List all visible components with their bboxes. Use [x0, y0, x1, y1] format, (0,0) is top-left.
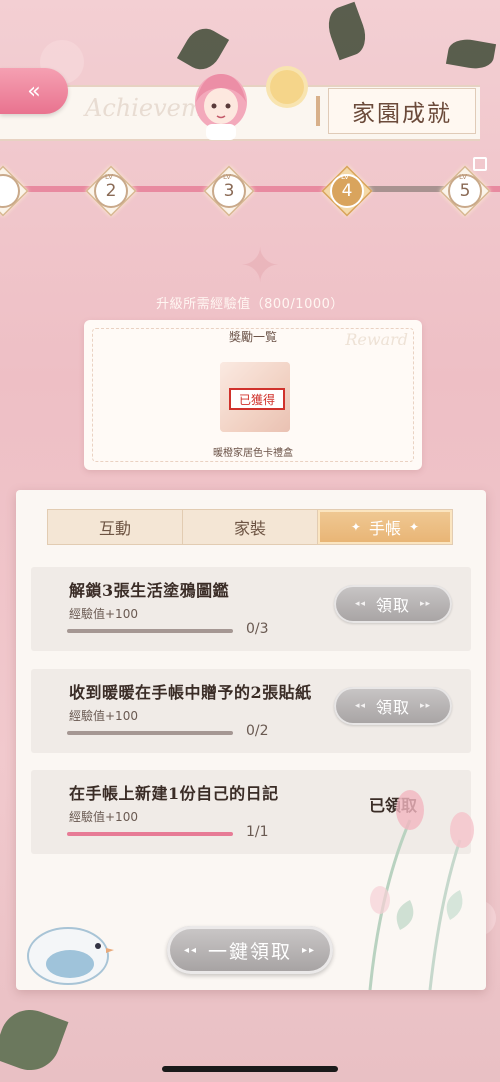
- tab-decoration[interactable]: 家裝: [183, 510, 318, 544]
- claim-button[interactable]: ◂◂ 領取 ▸▸: [334, 585, 452, 623]
- header-accent-bar: [316, 96, 320, 126]
- task-progress-bar: [67, 832, 233, 836]
- level-node-5[interactable]: 5 LV: [439, 165, 491, 217]
- bird-decoration: [27, 927, 114, 985]
- background-leaf: [0, 1001, 69, 1079]
- task-title: 收到暖暖在手帳中贈予的2張貼紙: [69, 683, 312, 702]
- reward-item-name: 暖橙家居色卡禮盒: [213, 448, 293, 459]
- tab-interaction[interactable]: 互動: [48, 510, 183, 544]
- sun-icon: [270, 70, 304, 104]
- sparkle-icon: ✦: [350, 520, 361, 534]
- reward-script-text: Reward: [345, 330, 408, 349]
- level-node-4[interactable]: 4 LV: [321, 165, 373, 217]
- task-progress-bar: [67, 629, 233, 633]
- claim-all-button[interactable]: ◂◂ 一鍵領取 ▸▸: [167, 926, 333, 974]
- exp-required-label: 升級所需經驗值（800/1000）: [156, 297, 344, 312]
- background-leaf: [445, 36, 497, 72]
- task-exp-reward: 經驗值+100: [69, 810, 138, 824]
- task-exp-reward: 經驗值+100: [69, 709, 138, 723]
- back-button[interactable]: «: [0, 68, 68, 114]
- obtained-stamp: 已獲得: [229, 388, 285, 410]
- page-title: 家園成就: [352, 101, 452, 127]
- tab-journal[interactable]: ✦ 手帳 ✦: [318, 510, 452, 544]
- task-progress-count: 0/2: [246, 723, 269, 739]
- arrows-right-icon: ▸▸: [420, 599, 432, 609]
- background-leaf: [322, 1, 372, 61]
- reward-card: 獎勵一覧 Reward 已獲得 暖橙家居色卡禮盒: [84, 320, 422, 470]
- task-title: 解鎖3張生活塗鴉圖鑑: [69, 581, 230, 600]
- task-item: 解鎖3張生活塗鴉圖鑑 經驗值+100 0/3 ◂◂ 領取 ▸▸: [31, 567, 471, 651]
- double-chevron-left-icon: «: [27, 78, 41, 104]
- category-tabs: 互動 家裝 ✦ 手帳 ✦: [47, 509, 453, 545]
- mascot-avatar: [195, 74, 247, 140]
- task-progress-bar: [67, 731, 233, 735]
- task-title: 在手帳上新建1份自己的日記: [69, 784, 279, 803]
- claim-button[interactable]: ◂◂ 領取 ▸▸: [334, 687, 452, 725]
- task-progress-count: 0/3: [246, 621, 269, 637]
- task-exp-reward: 經驗值+100: [69, 607, 138, 621]
- arrows-right-icon: ▸▸: [302, 944, 317, 956]
- sparkle-icon: ✦: [409, 520, 420, 534]
- lock-icon: [473, 157, 487, 171]
- header-title-box: 家園成就: [328, 88, 476, 134]
- task-progress-count: 1/1: [246, 824, 269, 840]
- level-node-3[interactable]: 3 LV: [203, 165, 255, 217]
- level-node-2[interactable]: 2 LV: [85, 165, 137, 217]
- arrows-left-icon: ◂◂: [354, 701, 366, 711]
- sparkle-icon: ✦: [240, 238, 281, 294]
- arrows-left-icon: ◂◂: [354, 599, 366, 609]
- flower-decoration: [368, 790, 474, 990]
- arrows-right-icon: ▸▸: [420, 701, 432, 711]
- home-indicator[interactable]: [162, 1066, 338, 1072]
- level-node-partial: [0, 165, 29, 217]
- arrows-left-icon: ◂◂: [183, 944, 198, 956]
